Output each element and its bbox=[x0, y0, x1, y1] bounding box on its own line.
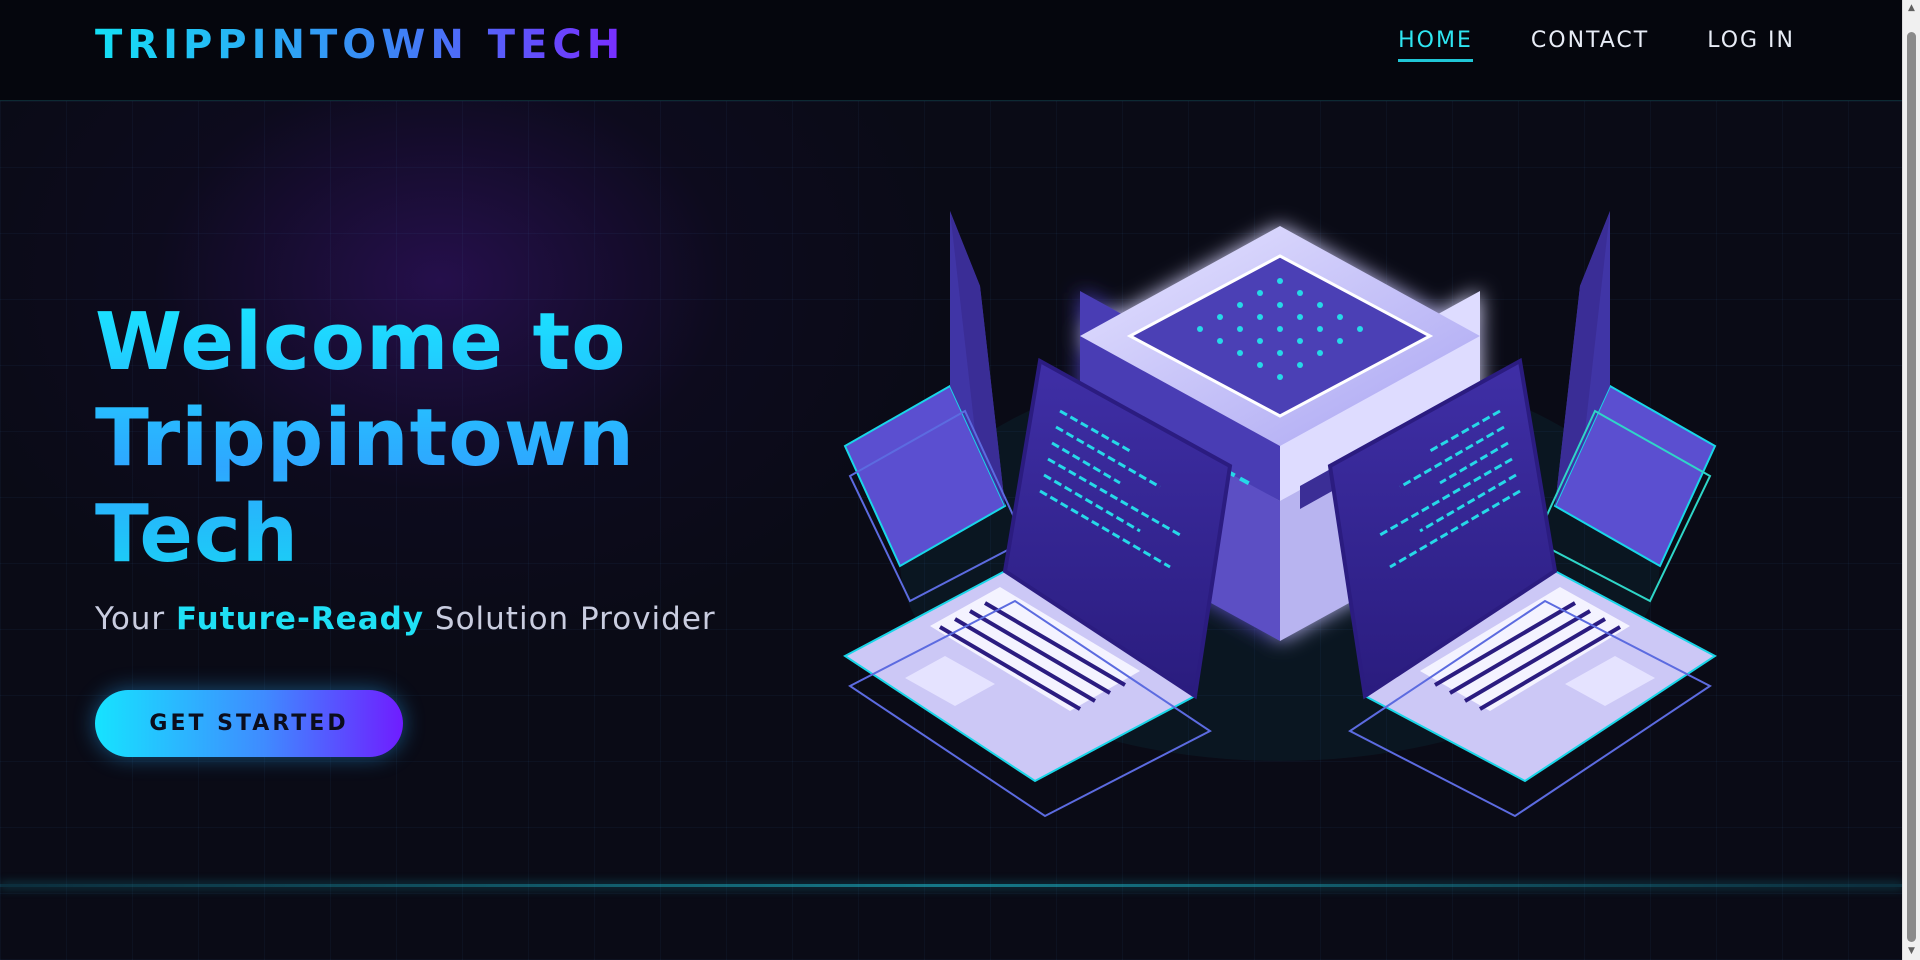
hero-headline: Welcome to Trippintown Tech bbox=[95, 294, 715, 582]
tagline-prefix: Your bbox=[95, 601, 166, 637]
tagline-highlight: Future-Ready bbox=[176, 601, 425, 637]
scroll-down-icon[interactable]: ▼ bbox=[1903, 943, 1920, 960]
get-started-button[interactable]: GET STARTED bbox=[95, 690, 403, 757]
nav-home-link[interactable]: HOME bbox=[1398, 28, 1473, 62]
scroll-up-icon[interactable]: ▲ bbox=[1903, 0, 1920, 17]
vertical-scrollbar[interactable]: ▲ ▼ bbox=[1902, 0, 1920, 960]
hero-section: Welcome to Trippintown Tech Your Future-… bbox=[0, 101, 1903, 960]
top-navbar: TRIPPINTOWN TECH HOME CONTACT LOG IN bbox=[0, 0, 1903, 101]
nav-login-link[interactable]: LOG IN bbox=[1707, 28, 1795, 62]
glow-divider-line bbox=[0, 884, 1903, 887]
site-logo[interactable]: TRIPPINTOWN TECH bbox=[95, 20, 625, 70]
nav-contact-link[interactable]: CONTACT bbox=[1531, 28, 1649, 62]
main-nav: HOME CONTACT LOG IN bbox=[1398, 28, 1795, 62]
hero-tagline: Your Future-Ready Solution Provider bbox=[95, 601, 716, 637]
tagline-suffix: Solution Provider bbox=[434, 601, 716, 637]
scroll-thumb[interactable] bbox=[1907, 32, 1916, 942]
server-laptops-illustration bbox=[843, 211, 1717, 818]
